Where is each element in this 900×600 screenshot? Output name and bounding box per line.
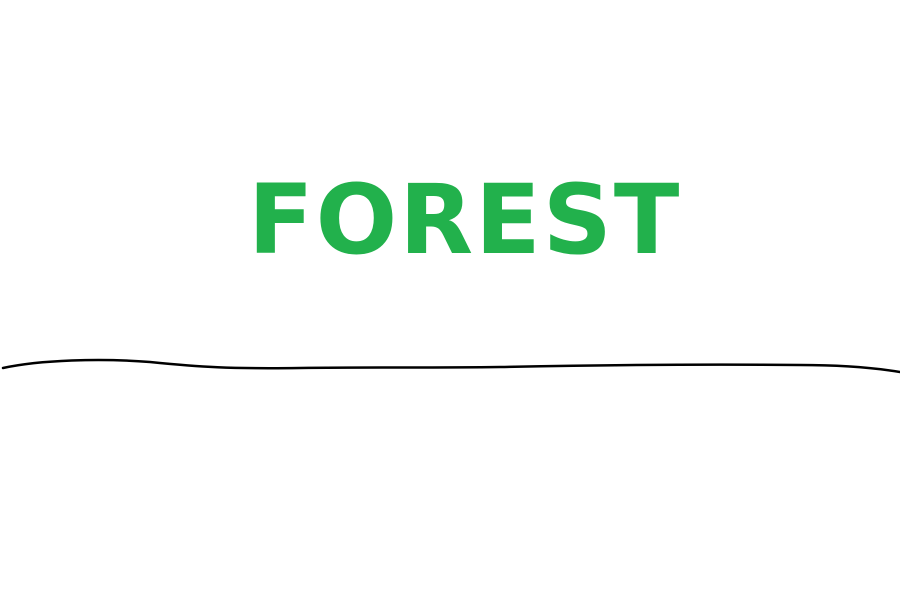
drawing-canvas: FOREST bbox=[0, 0, 900, 600]
ground-line-drawing bbox=[1, 358, 900, 374]
forest-title: FOREST bbox=[248, 164, 682, 276]
ground-line bbox=[1, 358, 900, 374]
